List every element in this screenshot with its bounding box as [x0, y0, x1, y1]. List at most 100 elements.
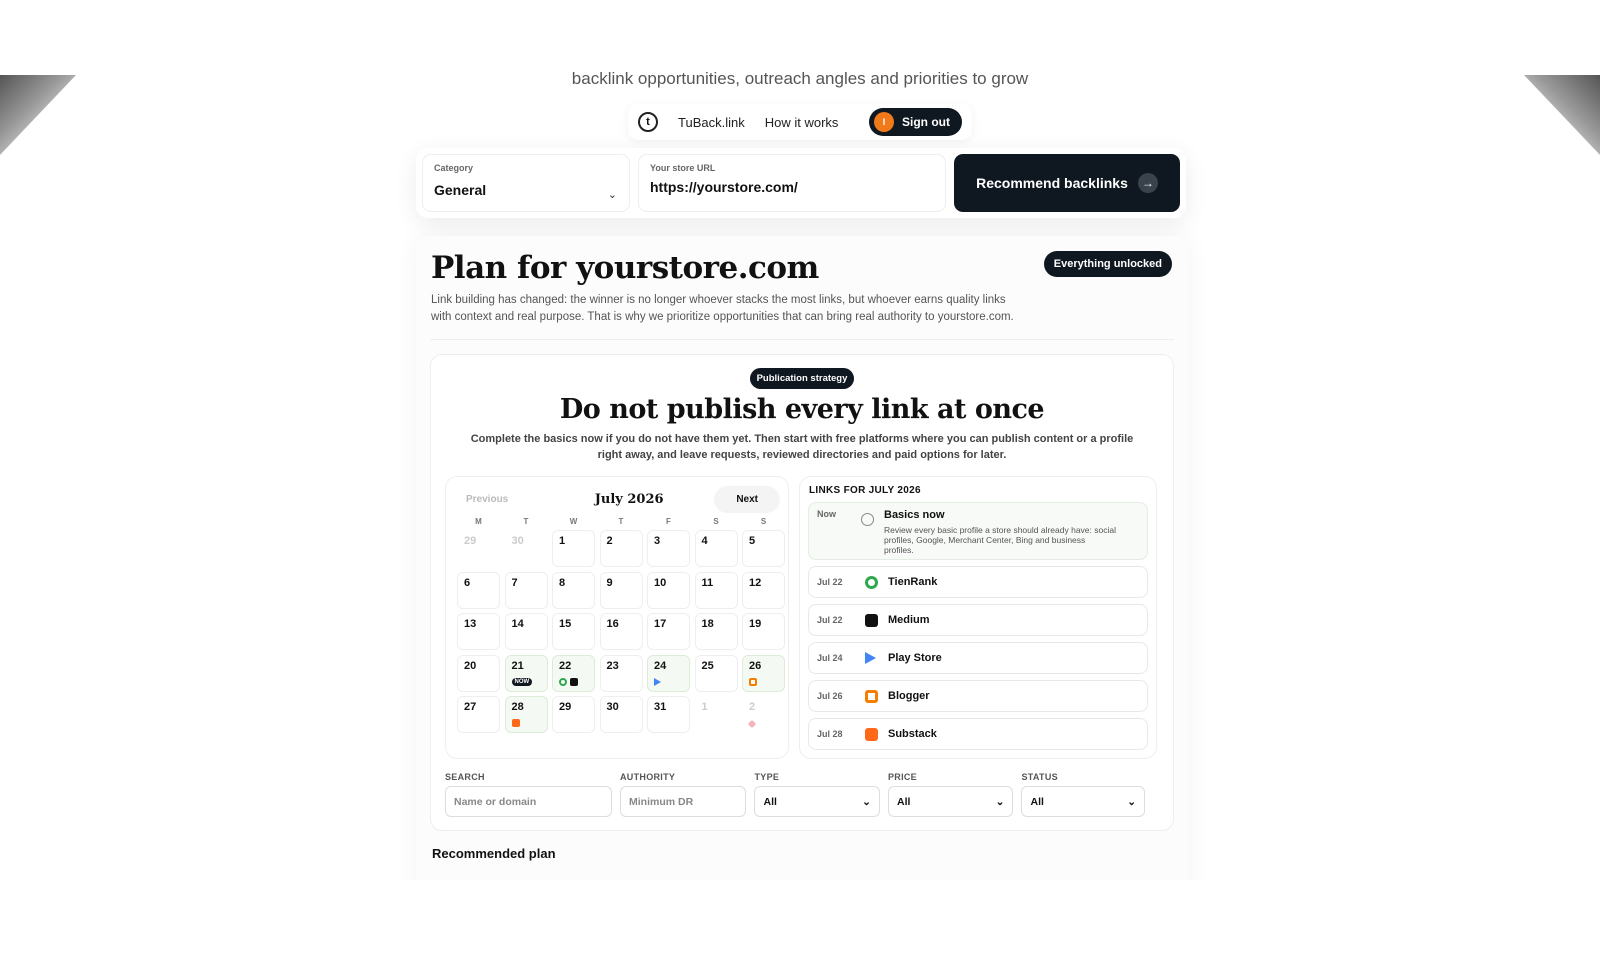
calendar-previous-button[interactable]: Previous [454, 494, 534, 505]
avatar: I [874, 112, 894, 132]
calendar-day[interactable]: 1 [694, 696, 738, 733]
category-select[interactable]: Category General ⌄ [422, 154, 630, 212]
day-number: 1 [701, 701, 708, 713]
day-marks [747, 719, 757, 729]
calendar-day[interactable]: 14 [504, 613, 548, 650]
calendar-day[interactable]: 27 [457, 696, 500, 733]
calendar-day[interactable]: 30 [504, 530, 548, 567]
sign-out-button[interactable]: I Sign out [869, 108, 962, 136]
store-url-label: Your store URL [650, 163, 716, 173]
type-filter: TYPE All ⌄ [754, 772, 880, 817]
calendar-day[interactable]: 5 [742, 530, 785, 567]
calendar-day[interactable]: 7 [504, 571, 548, 609]
day-number: 8 [559, 576, 566, 589]
play-store-icon [654, 677, 661, 686]
calendar-day[interactable]: 25 [694, 654, 738, 692]
brand-logo-icon[interactable]: t [638, 112, 658, 132]
calendar-day[interactable]: 22 [552, 654, 595, 692]
calendar-next-button[interactable]: Next [714, 485, 780, 513]
calendar-day[interactable]: 31 [647, 696, 690, 733]
price-value: All [896, 795, 911, 808]
link-date: Jul 22 [817, 615, 843, 625]
day-number: 26 [749, 659, 762, 672]
calendar-day[interactable]: 28 [504, 696, 548, 733]
calendar-day[interactable]: 23 [599, 654, 643, 692]
category-label: Category [434, 163, 474, 173]
calendar-day[interactable]: 4 [694, 530, 738, 567]
chevron-down-icon: ⌄ [1127, 795, 1136, 808]
calendar-day[interactable]: 2 [599, 530, 643, 567]
link-name: Play Store [888, 652, 942, 664]
calendar-day-today[interactable]: 21 NOW [504, 654, 548, 692]
calendar-day[interactable]: 19 [742, 613, 785, 650]
calendar-header: Previous July 2026 Next [454, 485, 780, 513]
medium-icon [865, 613, 878, 627]
weekday: S [713, 517, 719, 526]
calendar-day[interactable]: 20 [457, 654, 500, 692]
calendar-day[interactable]: 29 [552, 696, 595, 733]
price-filter-label: PRICE [887, 772, 917, 782]
list-item-basics-now[interactable]: Now Basics now Review every basic profil… [808, 502, 1148, 560]
day-number: 21 [511, 659, 524, 672]
list-item[interactable]: Jul 22 TienRank [808, 566, 1148, 598]
heart-icon [747, 719, 757, 729]
calendar-day[interactable]: 9 [599, 571, 643, 609]
calendar-day[interactable]: 15 [552, 613, 595, 650]
list-item[interactable]: Jul 26 Blogger [808, 680, 1148, 712]
calendar-day[interactable]: 3 [647, 530, 690, 567]
day-marks [511, 719, 520, 727]
calendar-day[interactable]: 13 [457, 613, 500, 650]
calendar-day[interactable]: 18 [694, 613, 738, 650]
tienrank-icon [865, 575, 878, 589]
calendar-day[interactable]: 16 [599, 613, 643, 650]
list-item[interactable]: Jul 24 Play Store [808, 642, 1148, 674]
now-tag: NOW [511, 677, 533, 686]
calendar-day[interactable]: 11 [694, 571, 738, 609]
calendar-day[interactable]: 26 [742, 654, 785, 692]
link-date: Jul 28 [817, 729, 843, 739]
recommend-backlinks-button[interactable]: Recommend backlinks → [954, 154, 1180, 212]
calendar-day[interactable]: 1 [552, 530, 595, 567]
calendar-day[interactable]: 2 [742, 696, 785, 733]
search-filter: SEARCH Name or domain [445, 772, 612, 817]
day-marks [749, 677, 757, 686]
calendar-grid: 29 30 1 2 3 4 5 6 7 8 9 10 11 12 13 14 1… [454, 530, 785, 733]
nav-how-it-works-link[interactable]: How it works [765, 115, 839, 130]
authority-input[interactable]: Minimum DR [620, 786, 747, 817]
type-filter-label: TYPE [754, 772, 780, 782]
store-url-input[interactable]: Your store URL https://yourstore.com/ [638, 154, 946, 212]
authority-filter: AUTHORITY Minimum DR [620, 772, 747, 817]
day-marks: NOW [511, 677, 533, 686]
top-nav: t TuBack.link How it works I Sign out [628, 104, 972, 140]
blogger-icon [749, 677, 757, 686]
nav-brand-link[interactable]: TuBack.link [678, 115, 745, 130]
link-date: Jul 22 [817, 577, 843, 587]
list-item[interactable]: Jul 22 Medium [808, 604, 1148, 636]
search-input[interactable]: Name or domain [445, 786, 612, 817]
store-url-value: https://yourstore.com/ [650, 179, 798, 195]
day-number: 11 [701, 576, 714, 589]
search-bar: Category General ⌄ Your store URL https:… [416, 148, 1186, 218]
recommend-backlinks-label: Recommend backlinks [976, 175, 1128, 191]
price-select[interactable]: All ⌄ [887, 786, 1014, 817]
sign-out-label: Sign out [902, 115, 950, 129]
type-select[interactable]: All ⌄ [754, 786, 880, 817]
calendar-day[interactable]: 8 [552, 571, 595, 609]
calendar-day[interactable]: 30 [599, 696, 643, 733]
day-marks [559, 677, 578, 686]
list-item[interactable]: Jul 28 Substack [808, 718, 1148, 750]
calendar-day[interactable]: 29 [457, 530, 500, 567]
link-date: Jul 24 [817, 653, 843, 663]
link-date: Jul 26 [817, 691, 843, 701]
calendar-day[interactable]: 10 [647, 571, 690, 609]
link-name: Blogger [888, 690, 930, 702]
calendar-day[interactable]: 12 [742, 571, 785, 609]
calendar-day[interactable]: 24 [647, 654, 690, 692]
status-select[interactable]: All ⌄ [1021, 786, 1145, 817]
blogger-icon [865, 689, 878, 703]
weekday: S [760, 517, 767, 526]
day-number: 18 [701, 618, 714, 630]
day-number: 1 [559, 535, 566, 547]
calendar-day[interactable]: 17 [647, 613, 690, 650]
calendar-day[interactable]: 6 [457, 571, 500, 609]
